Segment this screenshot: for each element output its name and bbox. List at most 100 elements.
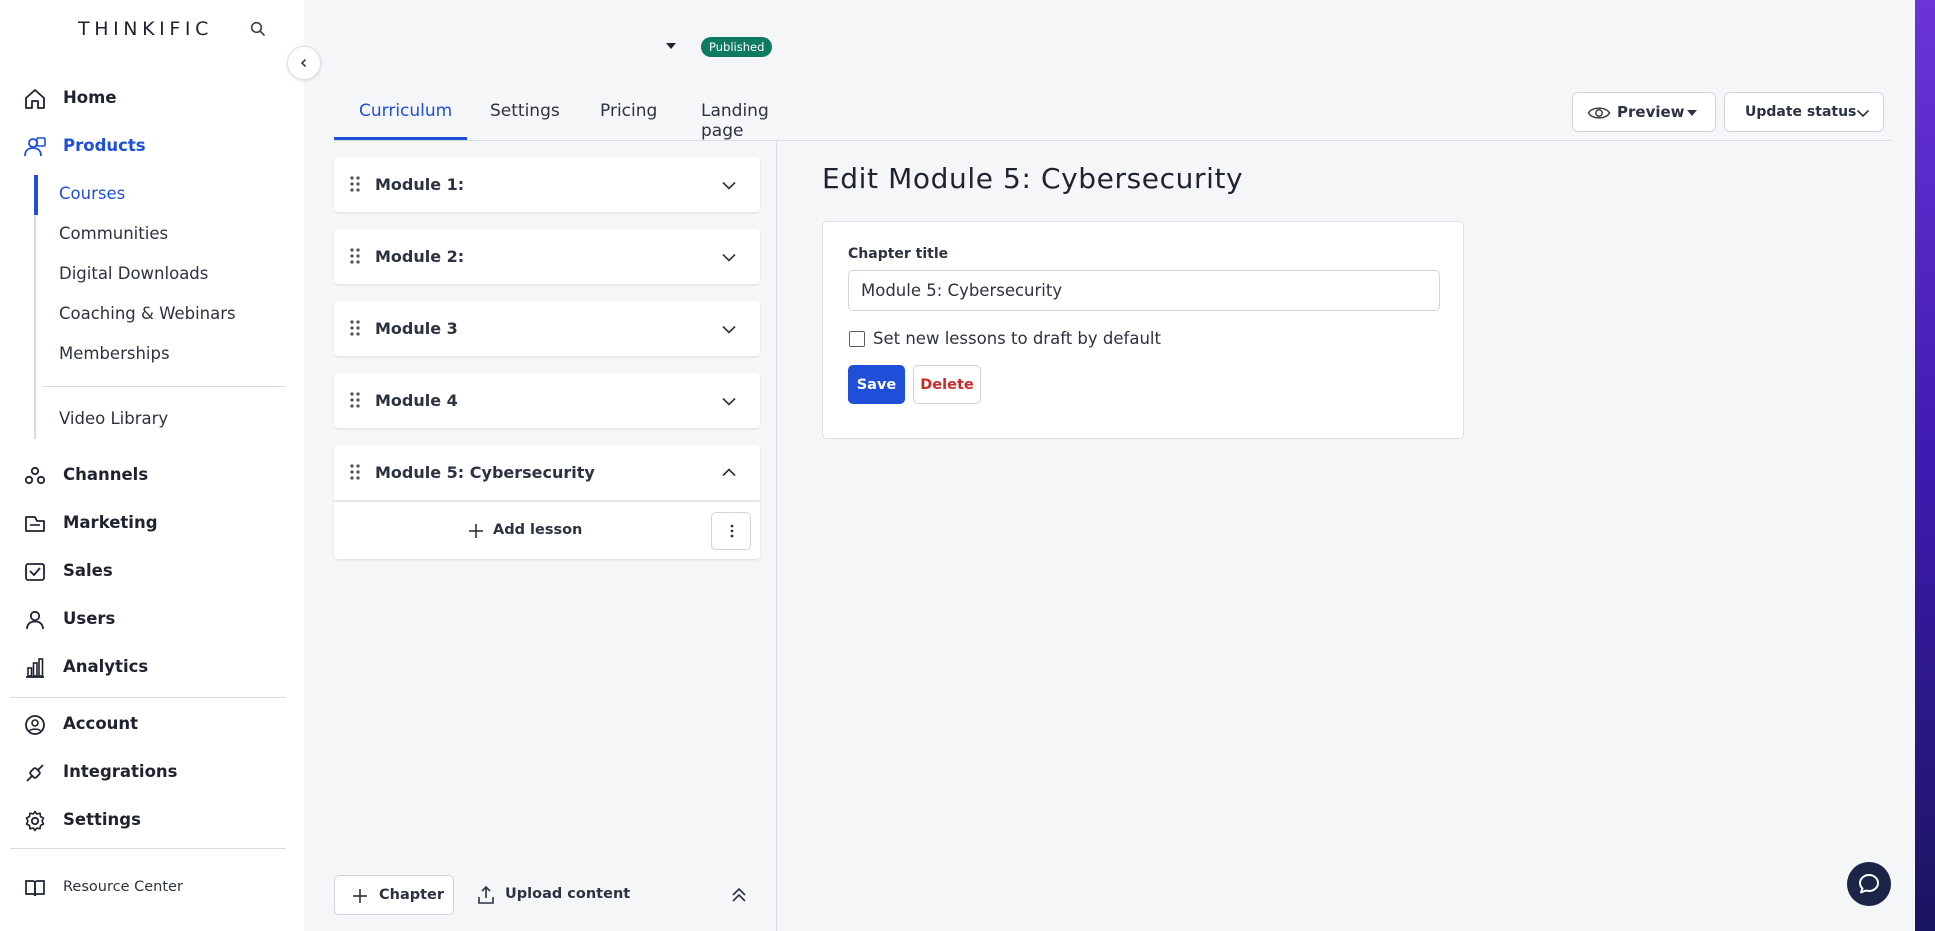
search-icon[interactable] [250, 21, 272, 43]
integrations-icon [23, 761, 47, 785]
plus-icon [467, 522, 485, 540]
nav-item-channels[interactable]: Channels [0, 455, 304, 495]
background-gradient-edge [1915, 0, 1935, 931]
module-title: Module 2: [375, 247, 465, 266]
plus-icon [351, 887, 369, 905]
account-icon [23, 713, 47, 737]
more-vertical-icon [724, 523, 740, 539]
nav-label: Settings [63, 810, 141, 829]
thinkific-logo[interactable]: THINKIFIC [78, 18, 213, 40]
nav-label: Users [63, 609, 116, 628]
module-item[interactable]: Module 1: [334, 157, 760, 212]
gear-icon [23, 809, 47, 833]
marketing-icon [23, 512, 47, 536]
sidebar-item-memberships[interactable]: Memberships [59, 344, 170, 376]
save-button[interactable]: Save [848, 365, 905, 404]
draft-default-checkbox[interactable] [849, 331, 865, 347]
drag-handle-icon[interactable] [348, 174, 362, 194]
chevron-left-icon [300, 58, 307, 68]
book-icon [23, 876, 47, 900]
tab-pricing[interactable]: Pricing [600, 88, 657, 142]
sidebar-item-communities[interactable]: Communities [59, 224, 168, 256]
resource-center-label: Resource Center [63, 879, 183, 895]
nav-label: Integrations [63, 762, 178, 781]
nav-divider [10, 697, 286, 698]
eye-icon [1587, 104, 1611, 122]
nav-item-integrations[interactable]: Integrations [0, 752, 304, 792]
resource-center-link[interactable]: Resource Center [0, 870, 304, 904]
chapter-title-input[interactable] [848, 270, 1440, 311]
chapter-button-label: Chapter [379, 887, 445, 903]
chevron-down-icon[interactable] [720, 392, 738, 410]
module-item[interactable]: Module 2: [334, 229, 760, 284]
sidebar-item-courses[interactable]: Courses [59, 184, 125, 216]
drag-handle-icon[interactable] [348, 390, 362, 410]
nav-item-analytics[interactable]: Analytics [0, 647, 304, 687]
upload-content-label: Upload content [505, 886, 631, 902]
submenu-active-indicator [34, 175, 38, 215]
home-icon [23, 87, 47, 111]
chat-launcher-button[interactable] [1847, 862, 1891, 906]
status-badge: Published [701, 37, 773, 57]
nav-label: Products [63, 136, 146, 155]
nav-item-users[interactable]: Users [0, 599, 304, 639]
nav-item-sales[interactable]: Sales [0, 551, 304, 591]
preview-button[interactable]: Preview [1572, 92, 1716, 132]
tab-landing-page[interactable]: Landing page [701, 88, 769, 142]
caret-down-icon [1687, 110, 1697, 116]
nav-item-marketing[interactable]: Marketing [0, 503, 304, 543]
sidebar-item-video-library[interactable]: Video Library [59, 409, 168, 441]
collapse-all-icon[interactable] [728, 884, 750, 906]
column-divider [776, 141, 777, 931]
add-chapter-button[interactable]: Chapter [334, 875, 454, 915]
nav-divider [10, 848, 286, 849]
sidebar-item-digital-downloads[interactable]: Digital Downloads [59, 264, 208, 296]
nav-item-account[interactable]: Account [0, 704, 304, 744]
sidebar: THINKIFIC Home Products Courses Communit… [0, 0, 304, 931]
chapter-title-label: Chapter title [848, 246, 949, 262]
channels-icon [23, 464, 47, 488]
submenu-divider [42, 386, 286, 387]
drag-handle-icon[interactable] [348, 318, 362, 338]
upload-icon [476, 885, 496, 905]
chevron-up-icon[interactable] [720, 464, 738, 482]
drag-handle-icon[interactable] [348, 246, 362, 266]
module-title: Module 3 [375, 319, 458, 338]
chevron-down-icon[interactable] [720, 320, 738, 338]
update-status-label: Update status [1745, 104, 1857, 120]
course-title[interactable] [360, 37, 660, 59]
tab-curriculum[interactable]: Curriculum [359, 88, 452, 142]
chevron-down-icon [1855, 105, 1871, 121]
module-more-options-button[interactable] [711, 512, 751, 550]
module-expanded-body: Add lesson [334, 501, 760, 559]
module-item[interactable]: Module 3 [334, 301, 760, 356]
drag-handle-icon[interactable] [348, 462, 362, 482]
chevron-down-icon[interactable] [720, 176, 738, 194]
upload-content-button[interactable]: Upload content [476, 875, 636, 915]
delete-button[interactable]: Delete [913, 365, 981, 404]
draft-default-label[interactable]: Set new lessons to draft by default [873, 329, 1161, 348]
module-title: Module 4 [375, 391, 458, 410]
module-item[interactable]: Module 4 [334, 373, 760, 428]
logo-row: THINKIFIC [78, 18, 288, 44]
collapse-sidebar-button[interactable] [287, 46, 321, 80]
nav-item-products[interactable]: Products [0, 126, 304, 166]
module-item-expanded[interactable]: Module 5: Cybersecurity [334, 445, 760, 500]
nav-item-settings[interactable]: Settings [0, 800, 304, 840]
nav-item-home[interactable]: Home [0, 78, 304, 118]
chevron-down-icon[interactable] [720, 248, 738, 266]
nav-label: Analytics [63, 657, 149, 676]
nav-label: Account [63, 714, 139, 733]
chat-bubble-icon [1859, 874, 1879, 894]
tab-settings[interactable]: Settings [490, 88, 560, 142]
course-switcher-caret-icon[interactable] [666, 43, 676, 49]
update-status-button[interactable]: Update status [1724, 92, 1884, 132]
sidebar-item-coaching-webinars[interactable]: Coaching & Webinars [59, 304, 236, 336]
analytics-icon [23, 656, 47, 680]
page-title: Edit Module 5: Cybersecurity [822, 162, 1244, 195]
active-tab-indicator [334, 137, 467, 140]
module-title: Module 1: [375, 175, 465, 194]
nav-label: Sales [63, 561, 113, 580]
preview-label: Preview [1617, 103, 1685, 121]
nav-label: Channels [63, 465, 149, 484]
